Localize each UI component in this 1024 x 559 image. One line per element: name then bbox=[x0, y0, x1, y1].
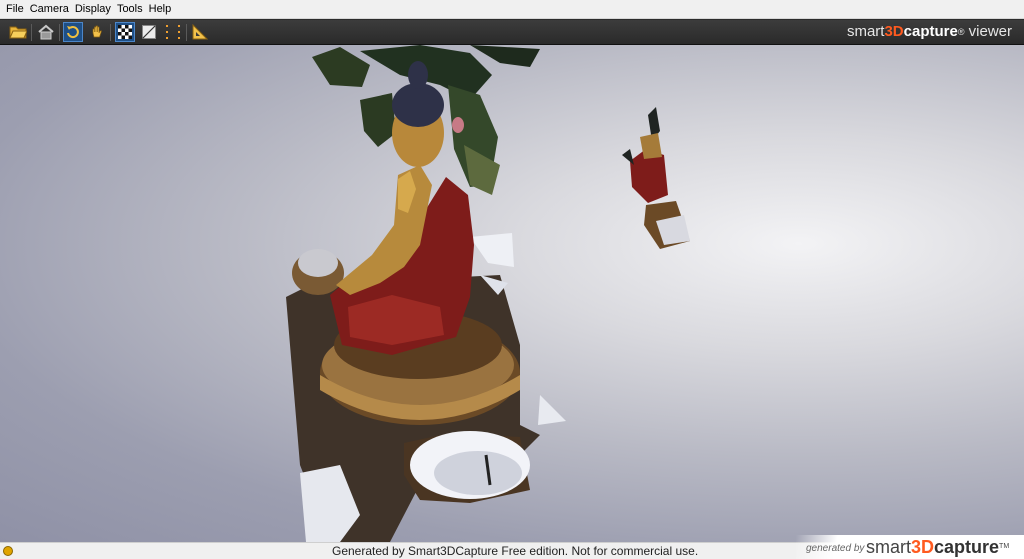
menu-bar: File Camera Display Tools Help bbox=[0, 0, 1024, 19]
home-icon bbox=[38, 24, 54, 40]
menu-file[interactable]: File bbox=[3, 0, 27, 19]
pan-hand-icon bbox=[92, 25, 102, 38]
buddha-hair bbox=[392, 83, 444, 127]
brand-accent: 3D bbox=[884, 23, 904, 40]
menu-tools[interactable]: Tools bbox=[114, 0, 146, 19]
toolbar-separator bbox=[186, 24, 187, 41]
rotate-mode-button[interactable] bbox=[63, 22, 83, 42]
status-indicator-icon bbox=[3, 546, 13, 556]
menu-camera[interactable]: Camera bbox=[27, 0, 72, 19]
texture-display-button[interactable] bbox=[115, 22, 135, 42]
corner-logo: smart3DcaptureTM bbox=[866, 537, 1009, 557]
buddha-ushnisha bbox=[408, 61, 428, 89]
open-button[interactable] bbox=[8, 22, 28, 42]
candle-wax-inner bbox=[434, 451, 522, 495]
logo-suffix: capture bbox=[934, 537, 1000, 557]
points-icon bbox=[166, 25, 180, 39]
measure-icon bbox=[192, 24, 208, 40]
pan-mode-button[interactable] bbox=[87, 22, 107, 42]
points-display-button[interactable] bbox=[163, 22, 183, 42]
rotate-icon bbox=[67, 26, 79, 39]
toolbar-separator bbox=[59, 24, 60, 41]
toolbar-separator bbox=[110, 24, 111, 41]
logo-accent: 3D bbox=[911, 537, 935, 557]
menu-help[interactable]: Help bbox=[146, 0, 175, 19]
flower-petal bbox=[452, 117, 464, 133]
logo-generated-by: generated by bbox=[806, 543, 865, 554]
distant-statue bbox=[622, 107, 690, 249]
folder-open-icon bbox=[9, 26, 27, 39]
brand-suffix: capture bbox=[903, 23, 958, 40]
brand-viewer: viewer bbox=[964, 23, 1012, 40]
brand-prefix: smart bbox=[846, 23, 885, 40]
wireframe-icon bbox=[142, 25, 156, 39]
side-bowl-inner bbox=[298, 249, 338, 277]
watermark-text: Generated by Smart3DCapture Free edition… bbox=[332, 544, 699, 558]
app-brand: smart3Dcapture® viewer bbox=[847, 22, 1012, 42]
toolbar-separator bbox=[31, 24, 32, 41]
logo-trademark: TM bbox=[999, 543, 1010, 550]
logo-prefix: smart bbox=[866, 537, 911, 557]
checkerboard-icon bbox=[118, 25, 132, 39]
3d-viewport[interactable] bbox=[0, 45, 1024, 542]
wireframe-display-button[interactable] bbox=[139, 22, 159, 42]
menu-display[interactable]: Display bbox=[72, 0, 114, 19]
measure-tool-button[interactable] bbox=[190, 22, 210, 42]
home-view-button[interactable] bbox=[36, 22, 56, 42]
scene-render bbox=[286, 45, 690, 542]
